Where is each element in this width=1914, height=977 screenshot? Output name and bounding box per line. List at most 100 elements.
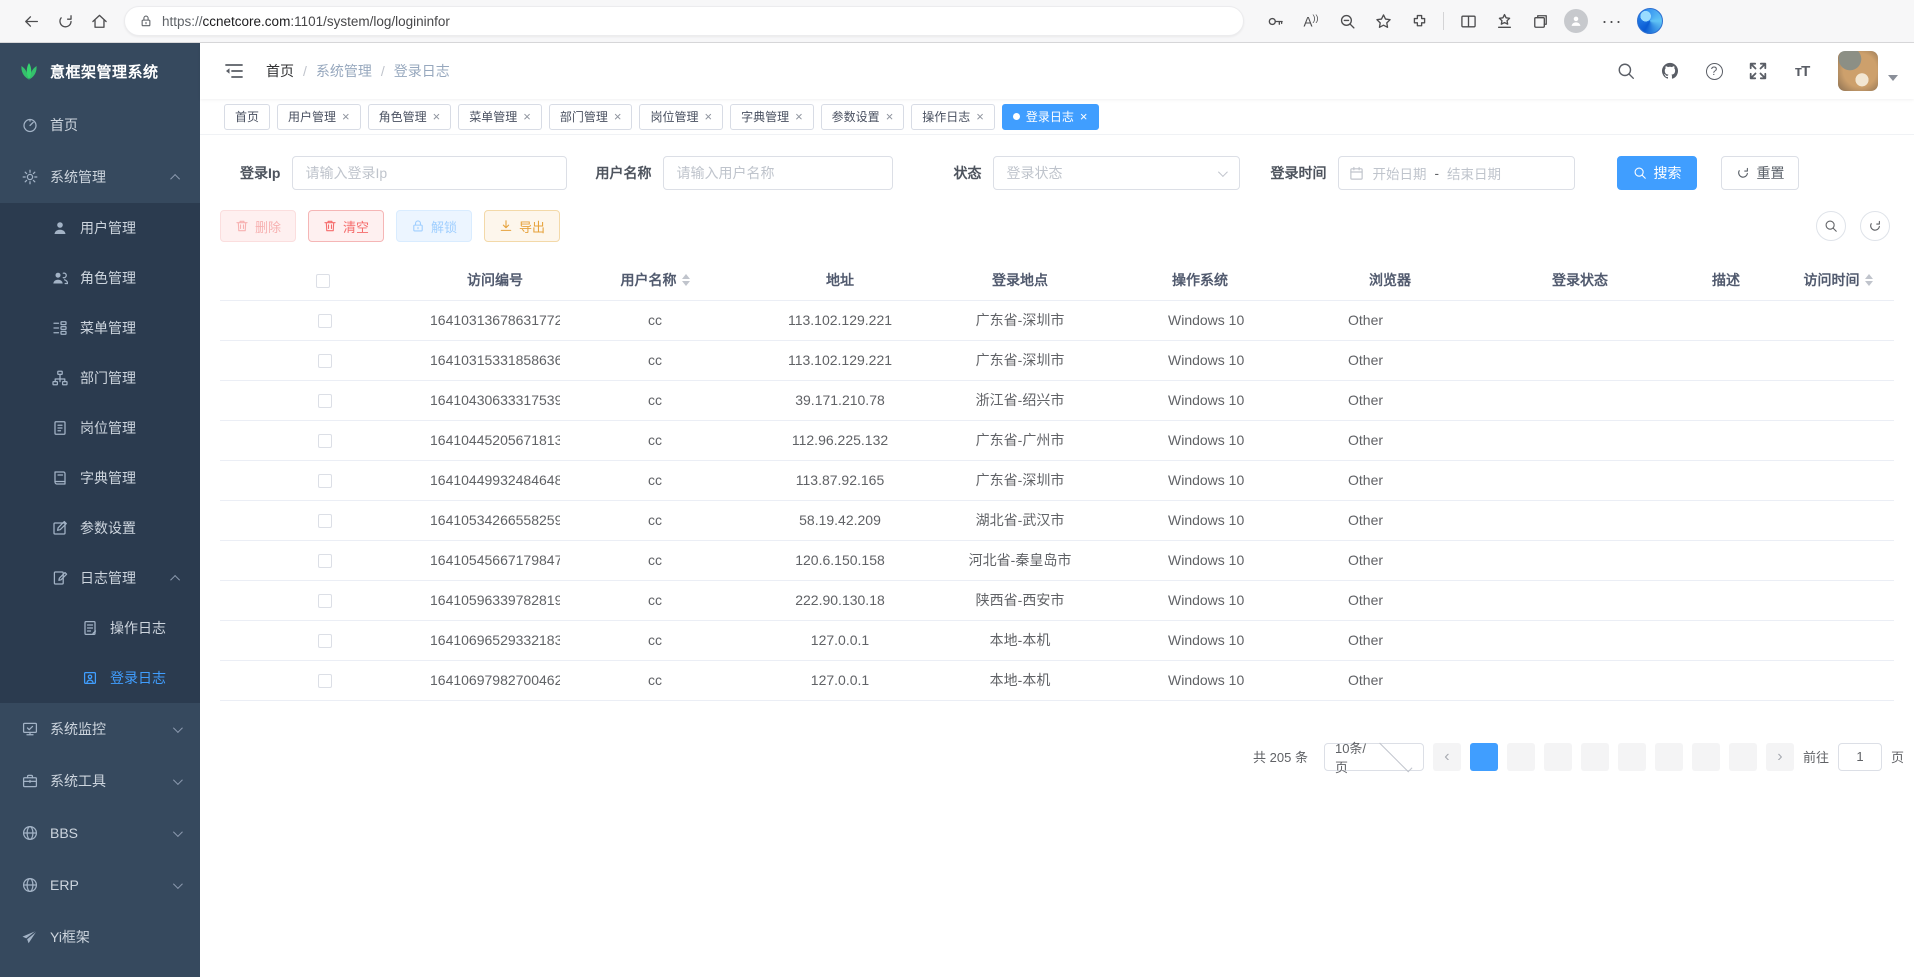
breadcrumb-system[interactable]: 系统管理: [316, 61, 372, 81]
delete-button[interactable]: 删除: [220, 210, 296, 242]
close-tab-icon[interactable]: ×: [886, 110, 894, 123]
page-button[interactable]: [1544, 743, 1572, 771]
sort-carets-icon[interactable]: [682, 274, 690, 286]
unlock-button[interactable]: 解锁: [396, 210, 472, 242]
next-page-button[interactable]: ›: [1766, 743, 1794, 771]
collapse-sidebar-icon[interactable]: [224, 61, 244, 81]
column-header[interactable]: 访问时间: [1782, 260, 1894, 300]
sidebar-item[interactable]: ERP: [0, 859, 200, 911]
sidebar-item[interactable]: 系统监控: [0, 703, 200, 755]
refresh-table-icon[interactable]: [1860, 211, 1890, 241]
close-tab-icon[interactable]: ×: [704, 110, 712, 123]
lock-icon[interactable]: [139, 14, 153, 28]
view-tab[interactable]: 登录日志 ×: [1002, 104, 1099, 130]
user-name-input[interactable]: [663, 156, 893, 190]
close-tab-icon[interactable]: ×: [976, 110, 984, 123]
page-button[interactable]: [1507, 743, 1535, 771]
sidebar-item[interactable]: 首页: [0, 99, 200, 151]
sidebar-item[interactable]: 登录日志: [0, 653, 200, 703]
split-screen-icon[interactable]: [1451, 4, 1485, 38]
sidebar-item[interactable]: BBS: [0, 807, 200, 859]
back-icon[interactable]: [14, 4, 48, 38]
close-tab-icon[interactable]: ×: [433, 110, 441, 123]
view-tab[interactable]: 参数设置 ×: [821, 104, 905, 130]
column-header[interactable]: 登录地点: [930, 260, 1110, 300]
home-icon[interactable]: [82, 4, 116, 38]
close-tab-icon[interactable]: ×: [523, 110, 531, 123]
breadcrumb-home[interactable]: 首页: [266, 61, 294, 81]
github-icon[interactable]: [1660, 61, 1680, 81]
view-tab[interactable]: 菜单管理 ×: [458, 104, 542, 130]
sidebar-item[interactable]: 用户管理: [0, 203, 200, 253]
row-checkbox[interactable]: [318, 434, 332, 448]
view-tab[interactable]: 岗位管理 ×: [639, 104, 723, 130]
sidebar-item[interactable]: 岗位管理: [0, 403, 200, 453]
favorites-bar-icon[interactable]: [1487, 4, 1521, 38]
row-checkbox[interactable]: [318, 474, 332, 488]
search-button[interactable]: 搜索: [1617, 156, 1697, 190]
close-tab-icon[interactable]: ×: [795, 110, 803, 123]
sidebar-item[interactable]: 日志管理: [0, 553, 200, 603]
view-tab[interactable]: 首页 ×: [224, 104, 270, 130]
collections-icon[interactable]: [1523, 4, 1557, 38]
page-button[interactable]: [1618, 743, 1646, 771]
close-tab-icon[interactable]: ×: [342, 110, 350, 123]
page-size-select[interactable]: 10条/页: [1324, 743, 1424, 771]
column-header[interactable]: 浏览器: [1290, 260, 1490, 300]
sidebar-item[interactable]: Yi框架: [0, 911, 200, 963]
export-button[interactable]: 导出: [484, 210, 560, 242]
row-checkbox[interactable]: [318, 514, 332, 528]
zoom-out-icon[interactable]: [1330, 4, 1364, 38]
sidebar-item[interactable]: 部门管理: [0, 353, 200, 403]
app-logo[interactable]: 意框架管理系统: [0, 43, 200, 99]
row-checkbox[interactable]: [318, 634, 332, 648]
column-header[interactable]: 访问编号: [430, 260, 560, 300]
page-button[interactable]: [1655, 743, 1683, 771]
row-checkbox[interactable]: [318, 394, 332, 408]
search-icon[interactable]: [1616, 61, 1636, 81]
show-search-toggle-icon[interactable]: [1816, 211, 1846, 241]
view-tab[interactable]: 操作日志 ×: [911, 104, 995, 130]
select-all-checkbox[interactable]: [316, 274, 330, 288]
copilot-icon[interactable]: [1637, 8, 1663, 34]
close-tab-icon[interactable]: ×: [1080, 110, 1088, 123]
view-tab[interactable]: 角色管理 ×: [368, 104, 452, 130]
date-range-picker[interactable]: 开始日期 - 结束日期: [1338, 156, 1575, 190]
row-checkbox[interactable]: [318, 674, 332, 688]
column-header[interactable]: [220, 260, 430, 300]
profile-icon[interactable]: [1559, 4, 1593, 38]
row-checkbox[interactable]: [318, 554, 332, 568]
page-button[interactable]: [1729, 743, 1757, 771]
prev-page-button[interactable]: ‹: [1433, 743, 1461, 771]
help-icon[interactable]: ?: [1704, 61, 1724, 81]
read-aloud-icon[interactable]: A)): [1294, 4, 1328, 38]
password-key-icon[interactable]: [1258, 4, 1292, 38]
more-menu-icon[interactable]: ···: [1595, 4, 1629, 38]
column-header[interactable]: 描述: [1670, 260, 1782, 300]
address-bar[interactable]: https://ccnetcore.com:1101/system/log/lo…: [124, 6, 1244, 36]
reset-button[interactable]: 重置: [1721, 156, 1799, 190]
fullscreen-icon[interactable]: [1748, 61, 1768, 81]
font-size-icon[interactable]: тT: [1792, 61, 1812, 81]
sort-carets-icon[interactable]: [1865, 274, 1873, 286]
sidebar-item[interactable]: 操作日志: [0, 603, 200, 653]
page-button[interactable]: [1581, 743, 1609, 771]
caret-down-icon[interactable]: [1888, 75, 1898, 81]
clear-button[interactable]: 清空: [308, 210, 384, 242]
sidebar-item[interactable]: 参数设置: [0, 503, 200, 553]
view-tab[interactable]: 字典管理 ×: [730, 104, 814, 130]
row-checkbox[interactable]: [318, 314, 332, 328]
refresh-icon[interactable]: [48, 4, 82, 38]
column-header[interactable]: 地址: [750, 260, 930, 300]
view-tab[interactable]: 用户管理 ×: [277, 104, 361, 130]
sidebar-item[interactable]: 菜单管理: [0, 303, 200, 353]
sidebar-item[interactable]: 系统管理: [0, 151, 200, 203]
row-checkbox[interactable]: [318, 354, 332, 368]
column-header[interactable]: 操作系统: [1110, 260, 1290, 300]
extensions-icon[interactable]: [1402, 4, 1436, 38]
row-checkbox[interactable]: [318, 594, 332, 608]
sidebar-item[interactable]: 系统工具: [0, 755, 200, 807]
goto-page-input[interactable]: [1838, 743, 1882, 771]
sidebar-item[interactable]: 角色管理: [0, 253, 200, 303]
avatar[interactable]: [1838, 51, 1878, 91]
